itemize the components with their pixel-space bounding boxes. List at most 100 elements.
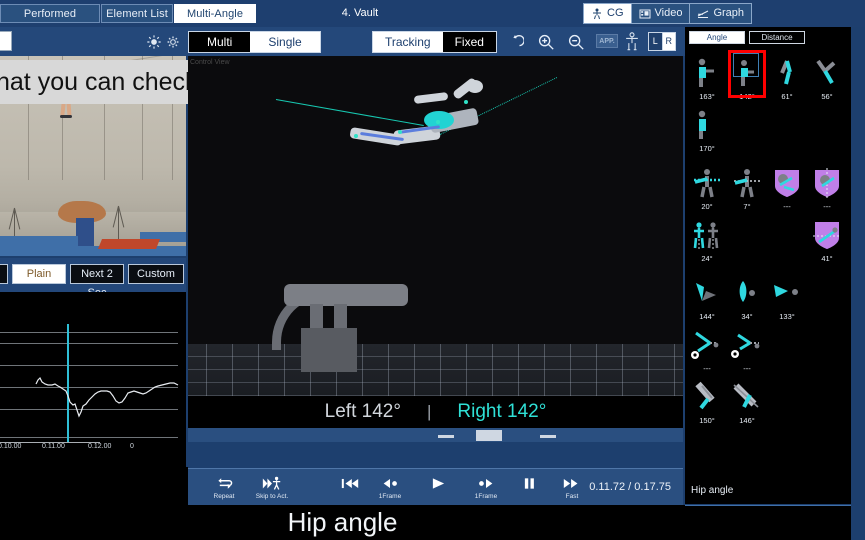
measurement-tabs: Angle Distance bbox=[689, 31, 805, 44]
measurement-footer-label: Hip angle bbox=[685, 477, 851, 504]
preset-prev-button[interactable] bbox=[0, 264, 8, 284]
angle-thumb-empty-1 bbox=[727, 211, 767, 263]
angle-thumb-24[interactable]: 24° bbox=[687, 211, 727, 263]
view-toolbar: Multi Single Tracking Fixed APP. L R bbox=[0, 27, 685, 56]
repeat-button[interactable]: Repeat bbox=[202, 474, 246, 506]
element-title: 4. Vault bbox=[341, 7, 379, 19]
skip-start-button[interactable] bbox=[328, 474, 372, 506]
bar-angle-icon bbox=[690, 381, 724, 415]
zoom-in-icon[interactable] bbox=[537, 33, 555, 51]
graph-tick-1: 0.11.00 bbox=[42, 443, 65, 450]
angle-line-left bbox=[275, 99, 424, 127]
angle-readout-bar: Left 142° | Right 142° bbox=[188, 396, 683, 428]
camera-tracking-button[interactable]: Tracking bbox=[373, 32, 443, 52]
mode-video-label: Video bbox=[654, 7, 683, 19]
step-forward-button[interactable]: 1Frame bbox=[464, 474, 508, 506]
pause-button[interactable] bbox=[508, 474, 552, 506]
undo-icon[interactable] bbox=[506, 33, 524, 51]
step-back-icon bbox=[380, 474, 400, 492]
playback-preset-row: Plain Next 2 Sec Custom bbox=[0, 258, 186, 299]
angle-thumb-value: 24° bbox=[701, 254, 713, 263]
3d-viewport[interactable] bbox=[188, 56, 683, 396]
tab-angle[interactable]: Angle bbox=[689, 31, 745, 44]
tab-element-list[interactable]: Element List bbox=[101, 4, 173, 23]
tab-distance[interactable]: Distance bbox=[749, 31, 805, 44]
mode-video-button[interactable]: Video bbox=[632, 4, 691, 23]
measurement-footer-text: Hip angle bbox=[691, 485, 734, 496]
gear-icon[interactable] bbox=[164, 33, 182, 51]
preset-plain-button[interactable]: Plain bbox=[12, 264, 66, 284]
angle-thumb-61[interactable]: 61° bbox=[767, 49, 807, 101]
bar-angle-2-icon bbox=[730, 381, 764, 415]
3d-body-head bbox=[467, 80, 483, 93]
view-mode-multi-button[interactable]: Multi bbox=[189, 32, 251, 52]
timecode-display: 0.11.72 / 0.17.75 bbox=[589, 481, 671, 493]
angle-thumb-gear-1[interactable]: --- bbox=[687, 321, 727, 373]
angle-thumb-163[interactable]: 163° bbox=[687, 49, 727, 101]
angle-thumb-value: 146° bbox=[739, 416, 755, 425]
angle-thumb-value: --- bbox=[703, 364, 711, 373]
arms-horizontal-icon bbox=[690, 167, 724, 201]
tab-multi-angle-view[interactable]: Multi-Angle View bbox=[174, 4, 256, 39]
angle-separator: | bbox=[426, 402, 432, 421]
angle-thumb-133[interactable]: 133° bbox=[767, 269, 807, 321]
app-chip[interactable]: APP. bbox=[596, 34, 618, 48]
hip-angle-icon bbox=[730, 57, 764, 91]
side-toggle-left[interactable]: L bbox=[649, 33, 663, 50]
vault-pedestal bbox=[301, 328, 357, 372]
angle-thumb-142[interactable]: 142° bbox=[727, 49, 767, 101]
angle-thumb-shield-1[interactable]: --- bbox=[767, 159, 807, 211]
angle-thumb-7[interactable]: 7° bbox=[727, 159, 767, 211]
vault-base bbox=[76, 218, 94, 246]
fast-forward-button[interactable]: Fast bbox=[550, 474, 594, 506]
gear-figure-2-icon bbox=[730, 329, 764, 363]
play-button[interactable] bbox=[416, 474, 460, 506]
angle-thumb-146[interactable]: 146° bbox=[727, 373, 767, 425]
angle-thumb-empty-2 bbox=[767, 211, 807, 263]
angle-thumb-20[interactable]: 20° bbox=[687, 159, 727, 211]
skip-to-act-button[interactable]: Skip to Act. bbox=[250, 474, 294, 506]
wedge-angle-icon bbox=[690, 277, 724, 311]
angle-thumb-gear-2[interactable]: --- bbox=[727, 321, 767, 373]
angle-thumb-144[interactable]: 144° bbox=[687, 269, 727, 321]
angle-thumb-value: 144° bbox=[699, 312, 715, 321]
angle-thumb-value: 56° bbox=[821, 92, 833, 101]
angle-thumb-value: 163° bbox=[699, 92, 715, 101]
display-mode-group: CG Video Graph bbox=[583, 3, 753, 24]
toolbar-left-stub[interactable] bbox=[0, 31, 12, 51]
tab-performed-elements[interactable]: Performed Elements bbox=[0, 4, 100, 39]
side-toggle-right[interactable]: R bbox=[662, 33, 675, 50]
graph-tick-3: 0 bbox=[130, 443, 134, 450]
preset-next-2-sec-button[interactable]: Next 2 Sec bbox=[70, 264, 124, 299]
zoom-out-icon[interactable] bbox=[567, 33, 585, 51]
application-window: Performed Elements Element List Multi-An… bbox=[0, 0, 865, 540]
angle-thumb-170[interactable]: 170° bbox=[687, 101, 727, 153]
skeleton-icon[interactable] bbox=[623, 31, 641, 53]
angle-thumb-150[interactable]: 150° bbox=[687, 373, 727, 425]
sun-icon[interactable] bbox=[145, 33, 163, 51]
preset-custom-button[interactable]: Custom bbox=[128, 264, 184, 284]
shield-angle-icon bbox=[770, 167, 804, 201]
angle-thumb-56[interactable]: 56° bbox=[807, 49, 847, 101]
angle-thumb-shield-2[interactable]: --- bbox=[807, 159, 847, 211]
timeline-scrubber[interactable] bbox=[188, 428, 683, 442]
measurement-panel: Angle Distance 163° 142° 61° 56° 170° 20… bbox=[685, 27, 851, 477]
view-mode-single-button[interactable]: Single bbox=[250, 32, 320, 52]
scrubber-handle[interactable] bbox=[476, 430, 502, 441]
mode-cg-button[interactable]: CG bbox=[584, 4, 632, 23]
mode-graph-button[interactable]: Graph bbox=[690, 4, 751, 23]
thumb-row: 170° bbox=[687, 101, 849, 153]
thumb-row: --- --- bbox=[687, 321, 849, 373]
torso-angle-icon bbox=[690, 57, 724, 91]
arrow-angle-icon bbox=[770, 277, 804, 311]
step-back-button[interactable]: 1Frame bbox=[368, 474, 412, 506]
angle-thumb-41[interactable]: 41° bbox=[807, 211, 847, 263]
angle-thumb-value: 41° bbox=[821, 254, 833, 263]
angle-graph-panel[interactable]: 0.10.00 0.11.00 0.12.00 0 bbox=[0, 292, 186, 467]
angle-thumb-empty-6 bbox=[767, 373, 807, 425]
angle-thumb-value: 20° bbox=[701, 202, 713, 211]
vault-table-top bbox=[284, 284, 408, 306]
angle-thumb-34[interactable]: 34° bbox=[727, 269, 767, 321]
camera-fixed-button[interactable]: Fixed bbox=[442, 32, 496, 52]
graph-icon bbox=[697, 8, 709, 20]
